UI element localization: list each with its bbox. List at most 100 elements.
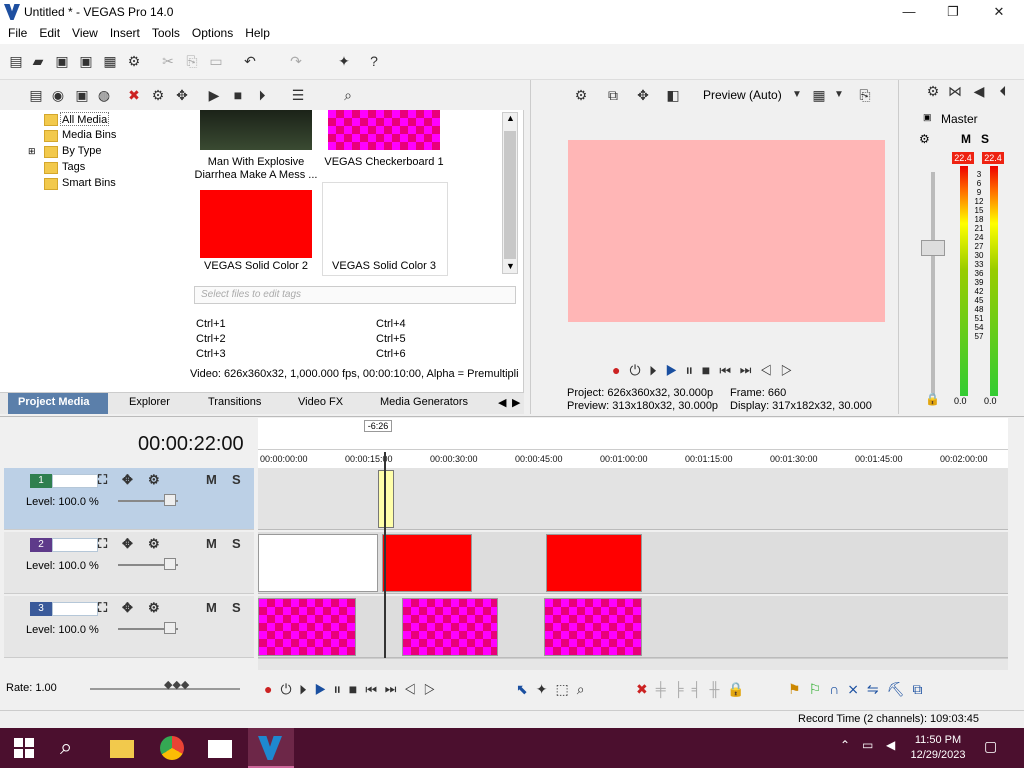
envelope-tool-icon[interactable]: ✦ (536, 681, 556, 697)
normal-edit-tool-icon[interactable]: ⬉ (516, 681, 536, 697)
search-icon[interactable]: ⌕ (60, 734, 72, 760)
track-level-slider-handle[interactable] (164, 622, 176, 634)
web-icon[interactable]: ◍ (96, 87, 112, 103)
timeline-hscrollbar[interactable] (258, 658, 1008, 670)
go-to-start-icon[interactable]: ⏮ (365, 681, 385, 697)
master-mute-button[interactable]: M (961, 132, 971, 146)
go-to-end-icon[interactable]: ⏭ (385, 681, 405, 697)
thumbnail-video[interactable] (200, 110, 312, 150)
trim-icon[interactable]: ╪ (656, 681, 674, 697)
get-media-icon[interactable]: ▣ (74, 87, 90, 103)
tab-video-fx[interactable]: Video FX (298, 396, 343, 408)
menu-file[interactable]: File (2, 24, 33, 42)
overlays-icon[interactable]: ◧ (665, 87, 681, 103)
master-fx-gear-icon[interactable]: ⚙ (925, 83, 941, 99)
timeline-clip[interactable] (382, 534, 472, 592)
go-to-start-icon[interactable]: ⏮ (719, 362, 740, 378)
track-compositing-icon[interactable]: ✥ (122, 600, 133, 616)
track-name-field[interactable] (52, 474, 98, 488)
track-name-field[interactable] (52, 538, 98, 552)
track-mute-button[interactable]: M (206, 536, 217, 551)
remove-media-icon[interactable]: ✖ (126, 87, 142, 103)
tab-media-generators[interactable]: Media Generators (380, 396, 468, 408)
chevron-up-icon[interactable]: ⌃ (840, 738, 850, 752)
record-icon[interactable]: ● (264, 681, 280, 697)
minimize-button[interactable]: — (886, 0, 932, 24)
cut-icon[interactable]: ✂ (160, 53, 176, 69)
track-fx-icon[interactable]: ⚙ (148, 472, 160, 488)
tab-scroll-left-icon[interactable]: ◀ (498, 396, 506, 409)
snapping-magnet-icon[interactable]: ∩ (829, 681, 847, 697)
marker-icon[interactable]: ⚑ (788, 681, 809, 697)
scroll-up-icon[interactable]: ▲ (506, 113, 515, 123)
copy-snapshot-icon[interactable]: ⎘ (857, 87, 873, 103)
track-mute-button[interactable]: M (206, 600, 217, 615)
split-screen-icon[interactable]: ✥ (635, 87, 651, 103)
track-motion-icon[interactable]: ⛶ (98, 472, 107, 488)
redo-icon[interactable]: ↷ (288, 53, 304, 69)
help-question-icon[interactable]: ? (366, 53, 382, 69)
track-fx-icon[interactable]: ⚙ (148, 600, 160, 616)
timeline-clip[interactable] (402, 598, 498, 656)
trim-end-icon[interactable]: ╡ (692, 681, 710, 697)
track-compositing-icon[interactable]: ✥ (122, 536, 133, 552)
notifications-icon[interactable]: ▢ (984, 738, 997, 755)
clapper-icon[interactable] (208, 740, 232, 758)
tags-input[interactable]: Select files to edit tags (194, 286, 516, 304)
tab-explorer[interactable]: Explorer (129, 396, 170, 408)
next-frame-icon[interactable]: ▷ (781, 362, 801, 378)
track-motion-icon[interactable]: ⛶ (98, 536, 107, 552)
media-fx-icon[interactable]: ⚙ (150, 87, 166, 103)
zoom-tool-icon[interactable]: ⌕ (577, 681, 593, 697)
tree-item-tags[interactable]: Tags (62, 160, 85, 174)
properties-gear-icon[interactable]: ⚙ (126, 53, 142, 69)
chevron-down-icon[interactable]: ▼ (831, 87, 847, 103)
menu-insert[interactable]: Insert (104, 24, 146, 42)
menu-options[interactable]: Options (186, 24, 239, 42)
master-solo-button[interactable]: S (981, 132, 989, 146)
downmix-icon[interactable]: ⋈ (947, 83, 963, 99)
stop-icon[interactable]: ■ (702, 362, 719, 378)
chrome-icon[interactable] (160, 736, 184, 760)
thumbnail-checkerboard[interactable] (328, 110, 440, 150)
master-fx-icon[interactable]: ⚙ (919, 132, 930, 146)
system-clock[interactable]: 11:50 PM 12/29/2023 (906, 733, 970, 763)
tree-item-smart-bins[interactable]: Smart Bins (62, 176, 116, 190)
chevron-down-icon[interactable]: ▼ (789, 87, 805, 103)
tree-item-media-bins[interactable]: Media Bins (62, 128, 116, 142)
loop-icon[interactable]: ⏻ (629, 362, 649, 378)
track-motion-icon[interactable]: ⛶ (98, 600, 107, 616)
timeline-clip[interactable] (544, 598, 642, 656)
menu-edit[interactable]: Edit (33, 24, 66, 42)
thumbnail-solid-red[interactable] (200, 190, 312, 258)
menu-view[interactable]: View (66, 24, 104, 42)
previous-frame-icon[interactable]: ◁ (761, 362, 781, 378)
grid-overlay-icon[interactable]: ▦ (811, 87, 827, 103)
track-lane-2[interactable] (258, 532, 1008, 594)
auto-preview-icon[interactable]: ⏵ (254, 87, 270, 103)
thumbnail-scrollbar[interactable]: ▲ ▼ (502, 112, 518, 274)
tree-item-all-media[interactable]: All Media (60, 112, 110, 126)
start-button[interactable] (14, 738, 34, 758)
undo-icon[interactable]: ↶ (242, 53, 258, 69)
loop-region-marker[interactable]: -6:26 (364, 420, 392, 432)
previous-frame-icon[interactable]: ◁ (405, 681, 424, 697)
pause-icon[interactable]: ⏸ (686, 362, 702, 378)
track-solo-button[interactable]: S (232, 536, 241, 551)
speaker-icon[interactable]: ◀ (886, 738, 895, 752)
track-lane-3[interactable] (258, 596, 1008, 658)
master-fader-handle[interactable] (921, 240, 945, 256)
ripple-edit-icon[interactable]: ⇋ (867, 681, 887, 697)
tab-project-media[interactable]: Project Media (18, 396, 90, 408)
scroll-thumb[interactable] (504, 131, 516, 259)
track-mute-button[interactable]: M (206, 472, 217, 487)
track-header-2[interactable]: 2 Level: 100.0 % ⛶ ✥ ⚙ M S (4, 532, 254, 594)
auto-crossfade-icon[interactable]: ⨯ (847, 681, 867, 697)
render-icon[interactable]: ▦ (102, 53, 118, 69)
open-folder-icon[interactable]: ▰ (30, 53, 46, 69)
stop-icon[interactable]: ■ (349, 681, 365, 697)
lock-envelopes-icon[interactable]: ⛏ (887, 681, 913, 697)
fx-plugin-icon[interactable]: ✦ (336, 53, 352, 69)
close-button[interactable]: ✕ (976, 0, 1022, 24)
timeline-clip[interactable] (258, 598, 356, 656)
